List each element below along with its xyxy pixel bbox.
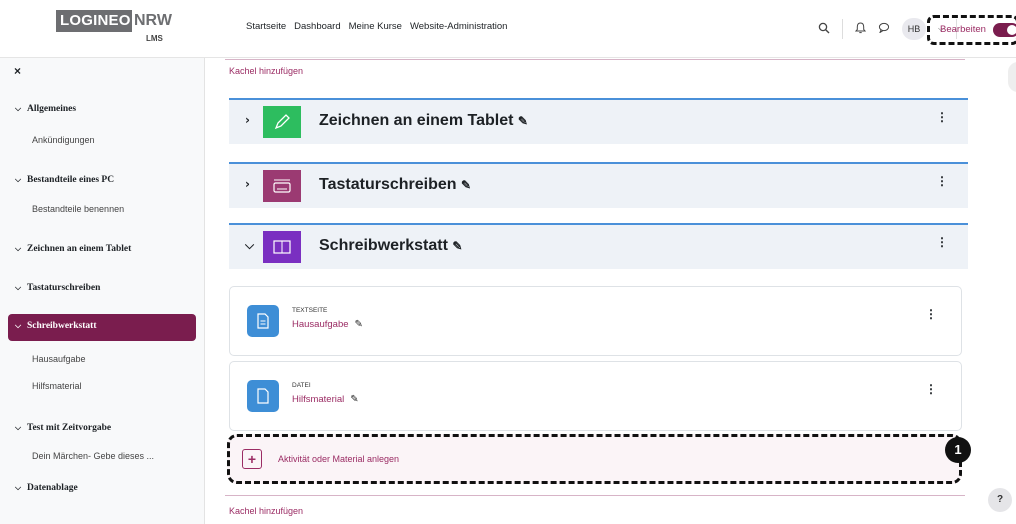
chevron-down-icon: ⌵ [15,104,22,113]
sidebar-item-dein-maerchen[interactable]: Dein Märchen- Gebe dieses ... [32,451,154,461]
edit-pencil-icon[interactable]: ✎ [355,319,363,330]
nav-startseite[interactable]: Startseite [246,21,286,32]
drawer-toggle[interactable] [1008,62,1016,92]
chevron-right-icon[interactable]: › [245,113,250,127]
page-icon [247,305,279,337]
add-activity-button[interactable]: + Aktivität oder Material anlegen [227,434,962,484]
section-tastaturschreiben[interactable]: › Tastaturschreiben ✎ ⋮ [229,162,968,208]
close-icon[interactable]: × [14,64,21,78]
more-options-icon[interactable]: ⋮ [925,382,937,396]
more-options-icon[interactable]: ⋮ [925,307,937,321]
more-options-icon[interactable]: ⋮ [936,235,948,249]
edit-pencil-icon[interactable]: ✎ [452,239,462,253]
chevron-down-icon[interactable]: ⌵ [245,238,254,253]
edit-pencil-icon[interactable]: ✎ [518,114,528,128]
divider [842,19,843,39]
section-title: Schreibwerkstatt ✎ [319,237,462,255]
sidebar-section-test[interactable]: ⌵ Test mit Zeitvorgabe [15,423,111,433]
sidebar-section-label: Test mit Zeitvorgabe [27,423,112,433]
activity-type: DATEI [292,382,311,389]
edit-mode-highlight: Bearbeiten [927,15,1016,45]
section-title: Tastaturschreiben ✎ [319,176,471,194]
add-activity-label: Aktivität oder Material anlegen [278,454,400,464]
activity-name-text: Hausaufgabe [292,319,349,330]
sidebar-section-label: Datenablage [27,483,78,493]
file-icon [247,380,279,412]
divider [225,495,965,496]
sidebar-section-allgemeines[interactable]: ⌵ Allgemeines [15,104,76,114]
more-options-icon[interactable]: ⋮ [936,174,948,188]
chevron-down-icon: ⌵ [15,175,22,184]
logo-text: LOGINEO [56,10,132,32]
avatar[interactable]: HB [902,18,926,40]
course-content: Kachel hinzufügen › Zeichnen an einem Ta… [205,58,1016,524]
chevron-down-icon: ⌵ [15,321,22,330]
sidebar-item-bestandteile-benennen[interactable]: Bestandteile benennen [32,204,124,214]
add-tile-link-bottom[interactable]: Kachel hinzufügen [229,506,303,516]
sidebar-section-datenablage[interactable]: ⌵ Datenablage [15,483,78,493]
chevron-down-icon: ⌵ [15,423,22,432]
nav-meine-kurse[interactable]: Meine Kurse [349,21,402,32]
sidebar-section-label: Schreibwerkstatt [27,321,97,331]
sidebar-section-label: Allgemeines [27,104,77,114]
activity-type: TEXTSEITE [292,307,328,314]
section-title-text: Schreibwerkstatt [319,237,448,254]
add-tile-link[interactable]: Kachel hinzufügen [229,66,303,76]
book-icon [263,231,301,263]
section-title: Zeichnen an einem Tablet ✎ [319,112,528,130]
bell-icon[interactable] [854,21,867,37]
sidebar-item-hausaufgabe[interactable]: Hausaufgabe [32,354,86,364]
search-icon[interactable] [818,22,830,37]
logo-nrw: NRW [132,10,172,32]
sidebar-section-schreibwerkstatt[interactable]: ⌵ Schreibwerkstatt [8,314,196,341]
section-title-text: Zeichnen an einem Tablet [319,112,514,129]
sidebar-item-hilfsmaterial[interactable]: Hilfsmaterial [32,381,82,391]
activity-hausaufgabe[interactable]: TEXTSEITE Hausaufgabe ✎ ⋮ [229,286,962,356]
chevron-right-icon[interactable]: › [245,177,250,191]
chevron-down-icon: ⌵ [15,244,22,253]
more-options-icon[interactable]: ⋮ [936,110,948,124]
logo-nrw-text: NRW [134,12,172,29]
activity-name[interactable]: Hausaufgabe ✎ [292,319,363,330]
edit-mode-label: Bearbeiten [940,24,986,35]
logo-subtitle: LMS [146,34,163,43]
chevron-down-icon: ⌵ [15,483,22,492]
course-index-sidebar: × ⌵ Allgemeines Ankündigungen ⌵ Bestandtei… [0,58,205,524]
chat-icon[interactable] [878,22,890,36]
activity-hilfsmaterial[interactable]: DATEI Hilfsmaterial ✎ ⋮ [229,361,962,431]
edit-pencil-icon[interactable]: ✎ [461,178,471,192]
nav-website-administration[interactable]: Website-Administration [410,21,508,32]
sidebar-section-label: Tastaturschreiben [27,283,101,293]
nav-dashboard[interactable]: Dashboard [294,21,340,32]
activity-name-text: Hilfsmaterial [292,394,345,405]
callout-badge: 1 [945,437,971,463]
sidebar-item-ankuendigungen[interactable]: Ankündigungen [32,135,95,145]
top-navbar: LOGINEO NRW LMS Startseite Dashboard Mei… [0,0,1016,58]
divider [225,59,965,60]
pencil-icon [263,106,301,138]
chevron-down-icon: ⌵ [15,283,22,292]
sidebar-section-label: Bestandteile eines PC [27,175,115,185]
activity-name[interactable]: Hilfsmaterial ✎ [292,394,359,405]
sidebar-section-bestandteile[interactable]: ⌵ Bestandteile eines PC [15,175,114,185]
section-title-text: Tastaturschreiben [319,176,457,193]
plus-icon: + [242,449,262,469]
keyboard-icon [263,170,301,202]
section-schreibwerkstatt[interactable]: ⌵ Schreibwerkstatt ✎ ⋮ [229,223,968,269]
sidebar-section-zeichnen[interactable]: ⌵ Zeichnen an einem Tablet [15,244,131,254]
help-button[interactable]: ? [988,488,1012,512]
sidebar-section-tastaturschreiben[interactable]: ⌵ Tastaturschreiben [15,283,100,293]
edit-pencil-icon[interactable]: ✎ [350,394,358,405]
primary-navigation: Startseite Dashboard Meine Kurse Website… [246,21,507,32]
edit-mode-toggle[interactable] [993,23,1016,37]
section-zeichnen[interactable]: › Zeichnen an einem Tablet ✎ ⋮ [229,98,968,144]
logineo-logo[interactable]: LOGINEO NRW LMS [56,10,174,46]
sidebar-section-label: Zeichnen an einem Tablet [27,244,132,254]
